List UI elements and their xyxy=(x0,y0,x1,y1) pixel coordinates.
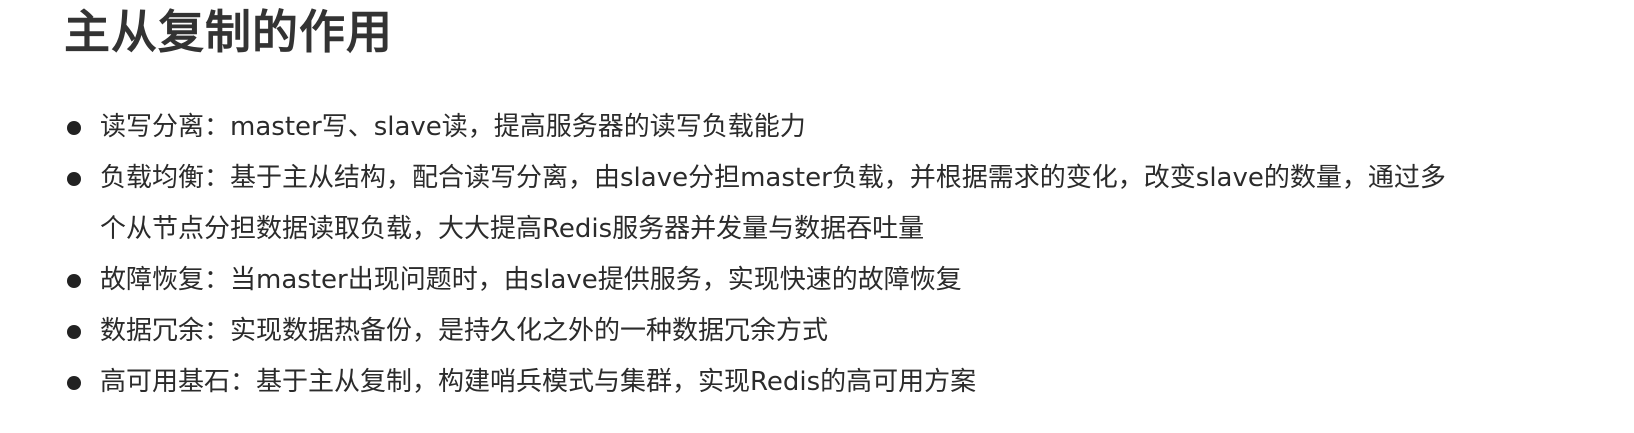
bullet-label: 负载均衡： xyxy=(100,163,231,193)
list-item: 高可用基石：基于主从复制，构建哨兵模式与集群，实现Redis的高可用方案 xyxy=(64,357,1544,408)
list-item: 读写分离：master写、slave读，提高服务器的读写负载能力 xyxy=(64,102,1544,153)
bullet-dot-icon xyxy=(67,121,81,135)
bullet-body: 实现数据热备份，是持久化之外的一种数据冗余方式 xyxy=(230,316,829,346)
bullet-body: master写、slave读，提高服务器的读写负载能力 xyxy=(230,112,806,142)
page-title: 主从复制的作用 xyxy=(64,5,393,59)
bullet-label: 故障恢复： xyxy=(100,265,231,295)
bullet-text: 读写分离：master写、slave读，提高服务器的读写负载能力 xyxy=(100,102,1450,153)
bullet-text: 故障恢复：当master出现问题时，由slave提供服务，实现快速的故障恢复 xyxy=(100,255,1450,306)
bullet-text: 负载均衡：基于主从结构，配合读写分离，由slave分担master负载，并根据需… xyxy=(100,153,1450,255)
bullet-body: 当master出现问题时，由slave提供服务，实现快速的故障恢复 xyxy=(230,265,962,295)
bullet-label: 读写分离： xyxy=(100,112,231,142)
list-item: 负载均衡：基于主从结构，配合读写分离，由slave分担master负载，并根据需… xyxy=(64,153,1544,255)
bullet-label: 数据冗余： xyxy=(100,316,231,346)
list-item: 故障恢复：当master出现问题时，由slave提供服务，实现快速的故障恢复 xyxy=(64,255,1544,306)
bullet-body: 基于主从复制，构建哨兵模式与集群，实现Redis的高可用方案 xyxy=(256,367,977,397)
bullet-label: 高可用基石： xyxy=(100,367,257,397)
bullet-dot-icon xyxy=(67,172,81,186)
bullet-dot-icon xyxy=(67,274,81,288)
bullet-dot-icon xyxy=(67,325,81,339)
bullet-list: 读写分离：master写、slave读，提高服务器的读写负载能力 负载均衡：基于… xyxy=(64,102,1544,408)
bullet-body: 基于主从结构，配合读写分离，由slave分担master负载，并根据需求的变化，… xyxy=(100,163,1446,244)
slide: 主从复制的作用 读写分离：master写、slave读，提高服务器的读写负载能力… xyxy=(0,0,1634,433)
list-item: 数据冗余：实现数据热备份，是持久化之外的一种数据冗余方式 xyxy=(64,306,1544,357)
bullet-dot-icon xyxy=(67,376,81,390)
bullet-text: 高可用基石：基于主从复制，构建哨兵模式与集群，实现Redis的高可用方案 xyxy=(100,357,1450,408)
bullet-text: 数据冗余：实现数据热备份，是持久化之外的一种数据冗余方式 xyxy=(100,306,1450,357)
